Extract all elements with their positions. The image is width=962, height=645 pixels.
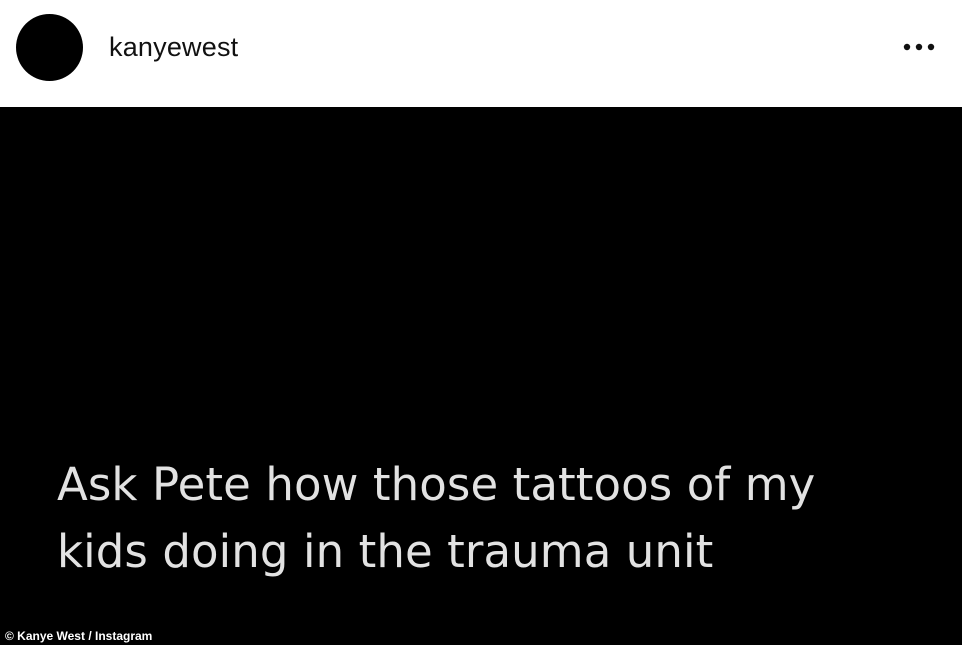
username[interactable]: kanyewest bbox=[109, 31, 238, 63]
post-caption-text: Ask Pete how those tattoos of my kids do… bbox=[57, 451, 917, 585]
post-header: kanyewest bbox=[0, 0, 962, 107]
post-image: Ask Pete how those tattoos of my kids do… bbox=[0, 107, 962, 645]
instagram-post: kanyewest Ask Pete how those tattoos of … bbox=[0, 0, 962, 645]
more-options-button[interactable] bbox=[896, 32, 942, 62]
caption-line: Ask Pete how those tattoos of my bbox=[57, 458, 816, 511]
more-horizontal-icon bbox=[903, 43, 935, 51]
caption-line: kids doing in the trauma unit bbox=[57, 525, 714, 578]
photo-credit: © Kanye West / Instagram bbox=[5, 629, 153, 643]
avatar[interactable] bbox=[16, 14, 83, 81]
